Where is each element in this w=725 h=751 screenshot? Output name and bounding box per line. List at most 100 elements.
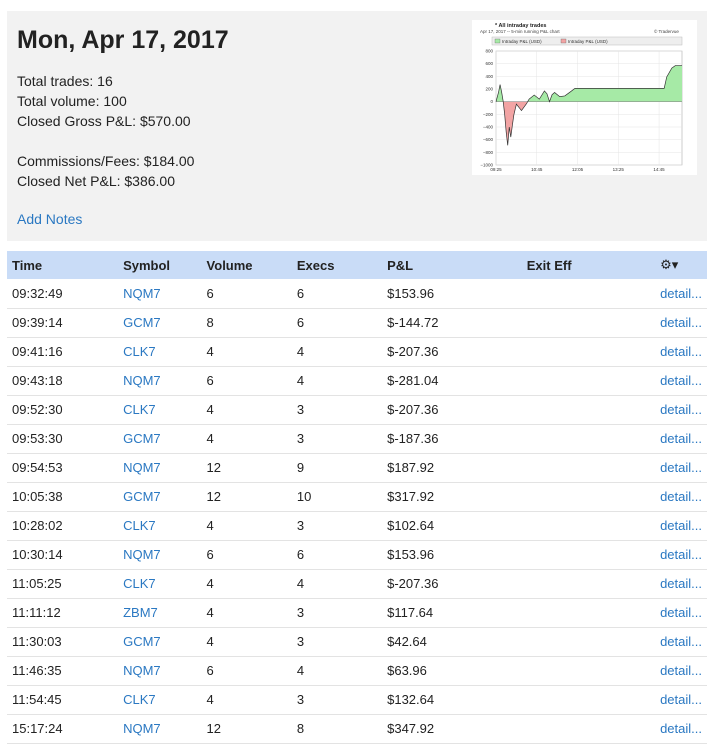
trade-exit-eff (521, 627, 656, 657)
legend-swatch-negative (560, 38, 567, 44)
trade-volume: 12 (201, 453, 292, 483)
trade-detail-link[interactable]: detail... (655, 453, 707, 483)
trade-detail-link[interactable]: detail... (655, 395, 707, 425)
table-row: 09:41:16 CLK7 4 4 $-207.36 detail... (7, 337, 707, 367)
trade-detail-link[interactable]: detail... (655, 569, 707, 599)
chart-subtitle: Apr 17, 2017 -- 5-min running P&L chart (480, 29, 560, 34)
trade-execs: 3 (291, 685, 383, 715)
col-pl[interactable]: P&L (382, 251, 522, 279)
trade-detail-link[interactable]: detail... (655, 482, 707, 512)
closed-gross-pl: Closed Gross P&L: $570.00 (17, 113, 191, 129)
trade-detail-link[interactable]: detail... (655, 511, 707, 541)
trade-symbol-link[interactable]: NQM7 (118, 714, 202, 744)
table-row: 09:52:30 CLK7 4 3 $-207.36 detail... (7, 395, 707, 425)
trade-pl: $63.96 (382, 656, 522, 686)
intraday-pl-chart[interactable]: * All intraday trades Apr 17, 2017 -- 5-m… (472, 20, 697, 175)
y-tick-label: 800 (485, 49, 493, 54)
table-row: 11:30:03 GCM7 4 3 $42.64 detail... (7, 627, 707, 657)
trade-detail-link[interactable]: detail... (655, 366, 707, 396)
table-row: 09:54:53 NQM7 12 9 $187.92 detail... (7, 453, 707, 483)
trade-time: 09:53:30 (7, 424, 119, 454)
trade-exit-eff (521, 511, 656, 541)
trade-exit-eff (521, 482, 656, 512)
add-notes-link[interactable]: Add Notes (17, 211, 82, 227)
trade-symbol-link[interactable]: CLK7 (118, 337, 202, 367)
trade-symbol-link[interactable]: CLK7 (118, 511, 202, 541)
page-title: Mon, Apr 17, 2017 (17, 26, 229, 54)
trade-symbol-link[interactable]: CLK7 (118, 569, 202, 599)
table-row: 10:28:02 CLK7 4 3 $102.64 detail... (7, 511, 707, 541)
trade-exit-eff (521, 279, 656, 309)
trade-execs: 3 (291, 424, 383, 454)
trade-execs: 10 (291, 482, 383, 512)
trade-volume: 4 (201, 395, 292, 425)
table-header-row: Time Symbol Volume Execs P&L Exit Eff ⚙▾ (7, 251, 707, 279)
trade-symbol-link[interactable]: GCM7 (118, 424, 202, 454)
trade-exit-eff (521, 540, 656, 570)
trade-execs: 8 (291, 714, 383, 744)
trade-detail-link[interactable]: detail... (655, 685, 707, 715)
col-symbol[interactable]: Symbol (118, 251, 201, 279)
trade-pl: $187.92 (382, 453, 522, 483)
trade-pl: $42.64 (382, 627, 522, 657)
trade-time: 09:52:30 (7, 395, 119, 425)
col-time[interactable]: Time (7, 251, 118, 279)
trade-pl: $153.96 (382, 279, 522, 309)
trade-volume: 4 (201, 569, 292, 599)
trade-detail-link[interactable]: detail... (655, 424, 707, 454)
trade-detail-link[interactable]: detail... (655, 337, 707, 367)
table-row: 11:54:45 CLK7 4 3 $132.64 detail... (7, 685, 707, 715)
trade-volume: 6 (201, 540, 292, 570)
trade-volume: 12 (201, 482, 292, 512)
trade-detail-link[interactable]: detail... (655, 279, 707, 309)
legend-entry-negative: Intraday P&L (USD) (568, 39, 608, 44)
trade-symbol-link[interactable]: NQM7 (118, 366, 202, 396)
trade-detail-link[interactable]: detail... (655, 540, 707, 570)
trade-volume: 4 (201, 511, 292, 541)
trade-symbol-link[interactable]: ZBM7 (118, 598, 202, 628)
table-row: 11:05:25 CLK7 4 4 $-207.36 detail... (7, 569, 707, 599)
trade-time: 11:54:45 (7, 685, 119, 715)
trade-time: 15:17:24 (7, 714, 119, 744)
trade-pl: $-207.36 (382, 337, 522, 367)
y-tick-label: −600 (483, 137, 494, 142)
trade-detail-link[interactable]: detail... (655, 598, 707, 628)
trade-detail-link[interactable]: detail... (655, 656, 707, 686)
y-tick-label: 200 (485, 87, 493, 92)
trade-symbol-link[interactable]: NQM7 (118, 540, 202, 570)
col-exit-eff[interactable]: Exit Eff (522, 251, 655, 279)
legend-swatch-positive (494, 38, 501, 44)
trade-execs: 6 (291, 279, 383, 309)
trade-pl: $-207.36 (382, 395, 522, 425)
trade-symbol-link[interactable]: GCM7 (118, 627, 202, 657)
column-settings-gear-icon[interactable]: ⚙▾ (655, 251, 707, 279)
trade-exit-eff (521, 395, 656, 425)
trade-symbol-link[interactable]: GCM7 (118, 482, 202, 512)
trade-detail-link[interactable]: detail... (655, 308, 707, 338)
table-row: 15:17:24 NQM7 12 8 $347.92 detail... (7, 714, 707, 744)
trade-symbol-link[interactable]: CLK7 (118, 395, 202, 425)
trade-pl: $117.64 (382, 598, 522, 628)
trade-detail-link[interactable]: detail... (655, 714, 707, 744)
trade-execs: 6 (291, 308, 383, 338)
trade-symbol-link[interactable]: GCM7 (118, 308, 202, 338)
col-execs[interactable]: Execs (292, 251, 382, 279)
trade-pl: $153.96 (382, 540, 522, 570)
closed-net-pl: Closed Net P&L: $386.00 (17, 173, 175, 189)
trade-exit-eff (521, 569, 656, 599)
trade-time: 11:46:35 (7, 656, 119, 686)
trade-symbol-link[interactable]: NQM7 (118, 453, 202, 483)
trade-time: 09:54:53 (7, 453, 119, 483)
trade-detail-link[interactable]: detail... (655, 627, 707, 657)
y-tick-label: −800 (483, 150, 494, 155)
trade-volume: 6 (201, 279, 292, 309)
col-volume[interactable]: Volume (202, 251, 292, 279)
total-trades: Total trades: 16 (17, 73, 113, 89)
total-volume: Total volume: 100 (17, 93, 127, 109)
trade-symbol-link[interactable]: CLK7 (118, 685, 202, 715)
trade-symbol-link[interactable]: NQM7 (118, 279, 202, 309)
trade-execs: 6 (291, 540, 383, 570)
trade-symbol-link[interactable]: NQM7 (118, 656, 202, 686)
trade-execs: 4 (291, 656, 383, 686)
table-row: 11:11:12 ZBM7 4 3 $117.64 detail... (7, 598, 707, 628)
